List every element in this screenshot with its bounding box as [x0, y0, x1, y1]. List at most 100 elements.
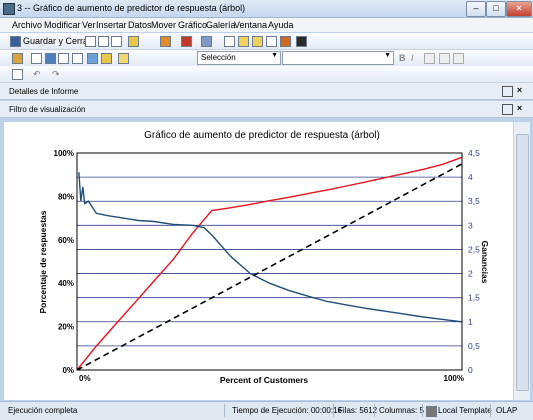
italic-button[interactable]: I [411, 53, 414, 63]
y2-tick-label: 4,5 [468, 148, 480, 158]
y2-tick-label: 0 [468, 365, 473, 375]
status-text: Ejecución completa [8, 406, 78, 415]
y-tick-label: 0% [62, 366, 74, 375]
highlight-icon[interactable] [101, 53, 112, 64]
align-center-icon[interactable] [439, 53, 450, 64]
undo-button[interactable]: ↶ [33, 69, 41, 80]
chevron-down-icon: ▼ [384, 52, 391, 59]
menu-ventana[interactable]: Ventana [234, 20, 267, 30]
format-icon[interactable] [280, 36, 291, 47]
y-tick-label: 60% [58, 236, 74, 245]
panel-restore-icon[interactable] [502, 104, 513, 115]
x-tick-label: 100% [444, 374, 464, 383]
panel-restore-icon[interactable] [502, 86, 513, 97]
edit-toolbar: ↶ ↷ [0, 66, 533, 83]
menu-archivo[interactable]: Archivo [12, 20, 42, 30]
y2-tick-label: 3,5 [468, 196, 480, 206]
minimize-button[interactable]: – [466, 1, 486, 17]
title-bar: 3 -- Gráfico de aumento de predictor de … [0, 0, 533, 18]
x-tick-label: 0% [79, 374, 91, 383]
selection-dropdown[interactable]: Selección ▼ [197, 51, 281, 65]
chart-title: Gráfico de aumento de predictor de respu… [144, 130, 380, 141]
sort-icon[interactable] [12, 53, 23, 64]
columns-icon[interactable] [58, 53, 69, 64]
divider [374, 404, 375, 417]
bold-button[interactable]: B [399, 53, 406, 63]
close-button[interactable]: × [506, 1, 532, 17]
row-count: Filas: 5612 [338, 406, 378, 415]
menu-insertar[interactable]: Insertar [96, 20, 127, 30]
export-icon[interactable] [128, 36, 139, 47]
line-chart-icon[interactable] [201, 36, 212, 47]
series-line-1 [76, 156, 463, 371]
y-axis-label: Porcentaje de respuestas [38, 210, 48, 313]
crosstab-icon[interactable] [252, 36, 263, 47]
close-icon[interactable]: × [515, 104, 524, 113]
formula-icon[interactable] [31, 53, 42, 64]
menu-ayuda[interactable]: Ayuda [268, 20, 293, 30]
rows-icon[interactable] [72, 53, 83, 64]
report-details-panel: Detalles de Informe × [0, 83, 533, 100]
align-right-icon[interactable] [453, 53, 464, 64]
open-icon[interactable] [85, 36, 96, 47]
preview-icon[interactable] [98, 36, 109, 47]
bar-chart-icon[interactable] [181, 36, 192, 47]
series-lines [76, 156, 463, 371]
font-dropdown[interactable]: ▼ [282, 51, 394, 65]
refresh-icon[interactable] [87, 53, 98, 64]
scrollbar-thumb[interactable] [516, 134, 529, 391]
maximize-button[interactable]: □ [486, 1, 506, 17]
window-title: 3 -- Gráfico de aumento de predictor de … [17, 3, 246, 13]
y-tick-label: 100% [54, 149, 74, 158]
report-details-label: Detalles de Informe [9, 87, 79, 96]
template-name: Local Template [438, 406, 492, 415]
divider [224, 404, 225, 417]
y-tick-label: 40% [58, 279, 74, 288]
align-left-icon[interactable] [424, 53, 435, 64]
close-icon[interactable]: × [515, 86, 524, 95]
pointer-icon[interactable] [12, 69, 23, 80]
chevron-down-icon: ▼ [271, 52, 278, 59]
plot-frame [76, 152, 463, 371]
menu-galeria[interactable]: Galería [206, 20, 236, 30]
format-toolbar: Selección ▼ ▼ B I [0, 50, 533, 67]
menu-bar: Archivo Modificar Ver Insertar Datos Mov… [0, 18, 533, 32]
y2-axis-label: Ganancias [480, 241, 490, 284]
table-icon[interactable] [224, 36, 235, 47]
y2-tick-label: 4 [468, 172, 473, 182]
series-line-3 [76, 163, 463, 371]
vertical-scrollbar[interactable] [513, 122, 530, 400]
view-filter-label: Filtro de visualización [9, 105, 86, 114]
save-close-icon[interactable] [10, 36, 21, 47]
y-tick-label: 20% [58, 323, 74, 332]
note-icon[interactable] [118, 53, 129, 64]
lift-chart: Gráfico de aumento de predictor de respu… [38, 130, 490, 385]
view-filter-panel: Filtro de visualización × [0, 101, 533, 118]
save-close-button[interactable]: Guardar y Cerrar [23, 36, 91, 46]
menu-mover[interactable]: Mover [151, 20, 176, 30]
filter-icon[interactable] [45, 53, 56, 64]
gridlines [77, 152, 462, 347]
y2-tick-label: 2,5 [468, 244, 480, 254]
divider [422, 404, 423, 417]
menu-ver[interactable]: Ver [82, 20, 96, 30]
column-count: Columnas: 5 [379, 406, 424, 415]
standard-toolbar: Guardar y Cerrar [0, 33, 533, 50]
redo-button[interactable]: ↷ [52, 69, 60, 80]
y2-tick-label: 1 [468, 317, 473, 327]
selection-value: Selección [201, 53, 236, 62]
axis-ticks: 0 0,5 1 1,5 2 2,5 3 3,5 4 4,5 0% 20% 40% 60% 80% 100% 0%… [54, 148, 481, 383]
divider [490, 404, 491, 417]
print-icon[interactable] [111, 36, 122, 47]
grid-icon[interactable] [238, 36, 249, 47]
y2-tick-label: 0,5 [468, 341, 480, 351]
camera-icon[interactable] [296, 36, 307, 47]
divider [333, 404, 334, 417]
gear-icon[interactable] [160, 36, 171, 47]
olap-mode: OLAP [496, 406, 518, 415]
y2-tick-label: 1,5 [468, 293, 480, 303]
menu-grafico[interactable]: Gráfico [178, 20, 207, 30]
menu-datos[interactable]: Datos [128, 20, 152, 30]
menu-modificar[interactable]: Modificar [44, 20, 81, 30]
list-icon[interactable] [266, 36, 277, 47]
